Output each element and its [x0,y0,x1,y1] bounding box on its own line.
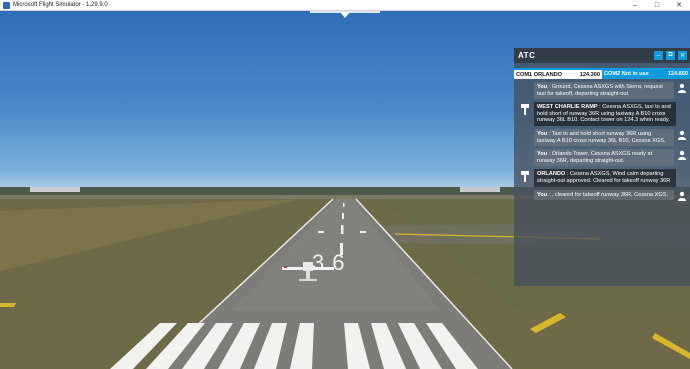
message-text: You : Orlando Tower, Cessna ASXGS ready … [534,149,675,167]
message-text: You : , cleared for takeoff runway 36R, … [534,189,675,201]
com2-tab[interactable]: COM2 Not in use 124.850 [602,68,690,79]
message-text: WEST CHARLIE RAMP : Cessna ASXGS, taxi t… [534,102,676,126]
atc-undock-button[interactable]: ⧉ [666,51,675,60]
centerline-dash [343,203,345,207]
aim-marking [360,231,366,233]
window-titlebar: Microsoft Flight Simulator - 1.29.9.0 – … [0,0,690,11]
hangar-building [30,187,80,192]
pilot-avatar-icon [676,190,688,202]
atc-message: WEST CHARLIE RAMP : Cessna ASXGS, taxi t… [516,102,688,126]
minimize-button[interactable]: – [624,0,646,10]
message-speaker: WEST CHARLIE RAMP [537,104,598,111]
atc-message: You : Ground, Cessna ASXGS with Sierra, … [516,82,688,100]
atc-panel: ATC – ⧉ ✕ COM1 ORLANDO 124.300 COM2 Not … [514,48,690,286]
com1-tab[interactable]: COM1 ORLANDO 124.300 [514,68,602,79]
message-speaker: You [537,130,548,137]
control-tower-icon [518,102,532,116]
message-speaker: You [537,84,548,90]
atc-message-list: You : Ground, Cessna ASXGS with Sierra, … [514,82,690,202]
com-selector: COM1 ORLANDO 124.300 COM2 Not in use 124… [514,68,690,79]
aim-marking [318,231,324,233]
message-speaker: You [537,191,548,198]
com2-label: COM2 Not in use [604,70,649,77]
terminal-building [460,187,500,192]
pilot-avatar-icon [676,149,688,161]
control-tower-icon [518,169,532,183]
atc-header: ATC – ⧉ ✕ [514,48,690,63]
atc-title: ATC [518,51,536,60]
message-body: : Taxi to and hold short runway 36R usin… [537,130,666,144]
message-body: : Ground, Cessna ASXGS with Sierra, requ… [537,84,663,97]
maximize-button[interactable]: □ [646,0,668,10]
window-title: Microsoft Flight Simulator - 1.29.9.0 [13,2,108,8]
hud-chevron-icon[interactable] [340,12,350,18]
message-text: You : Ground, Cessna ASXGS with Sierra, … [534,82,675,100]
message-text: ORLANDO : Cessna ASXGS, Wind calm depart… [534,169,676,187]
atc-message: You : Orlando Tower, Cessna ASXGS ready … [516,149,688,167]
message-body: : , cleared for takeoff runway 36R, Cess… [547,191,668,198]
yellow-marker-left [0,303,16,307]
pilot-avatar-icon [676,82,688,94]
runway-number: 36 [312,250,352,275]
centerline-dash [341,225,344,234]
com1-frequency: 124.300 [579,71,600,78]
message-speaker: You [537,151,548,158]
pilot-avatar-icon [676,129,688,141]
message-speaker: ORLANDO [537,171,566,178]
message-text: You : Taxi to and hold short runway 36R … [534,128,675,147]
atc-message: You : Taxi to and hold short runway 36R … [516,128,688,147]
atc-close-button[interactable]: ✕ [678,51,687,60]
app-icon [3,1,10,9]
com1-label: COM1 ORLANDO [516,71,562,78]
atc-message: ORLANDO : Cessna ASXGS, Wind calm depart… [516,169,688,187]
message-body: : Orlando Tower, Cessna ASXGS ready at r… [537,151,653,164]
atc-message: You : , cleared for takeoff runway 36R, … [516,189,688,202]
com2-frequency: 124.850 [667,70,688,77]
close-button[interactable]: ✕ [668,0,690,10]
centerline-dash [342,213,344,219]
atc-minimize-button[interactable]: – [654,51,663,60]
